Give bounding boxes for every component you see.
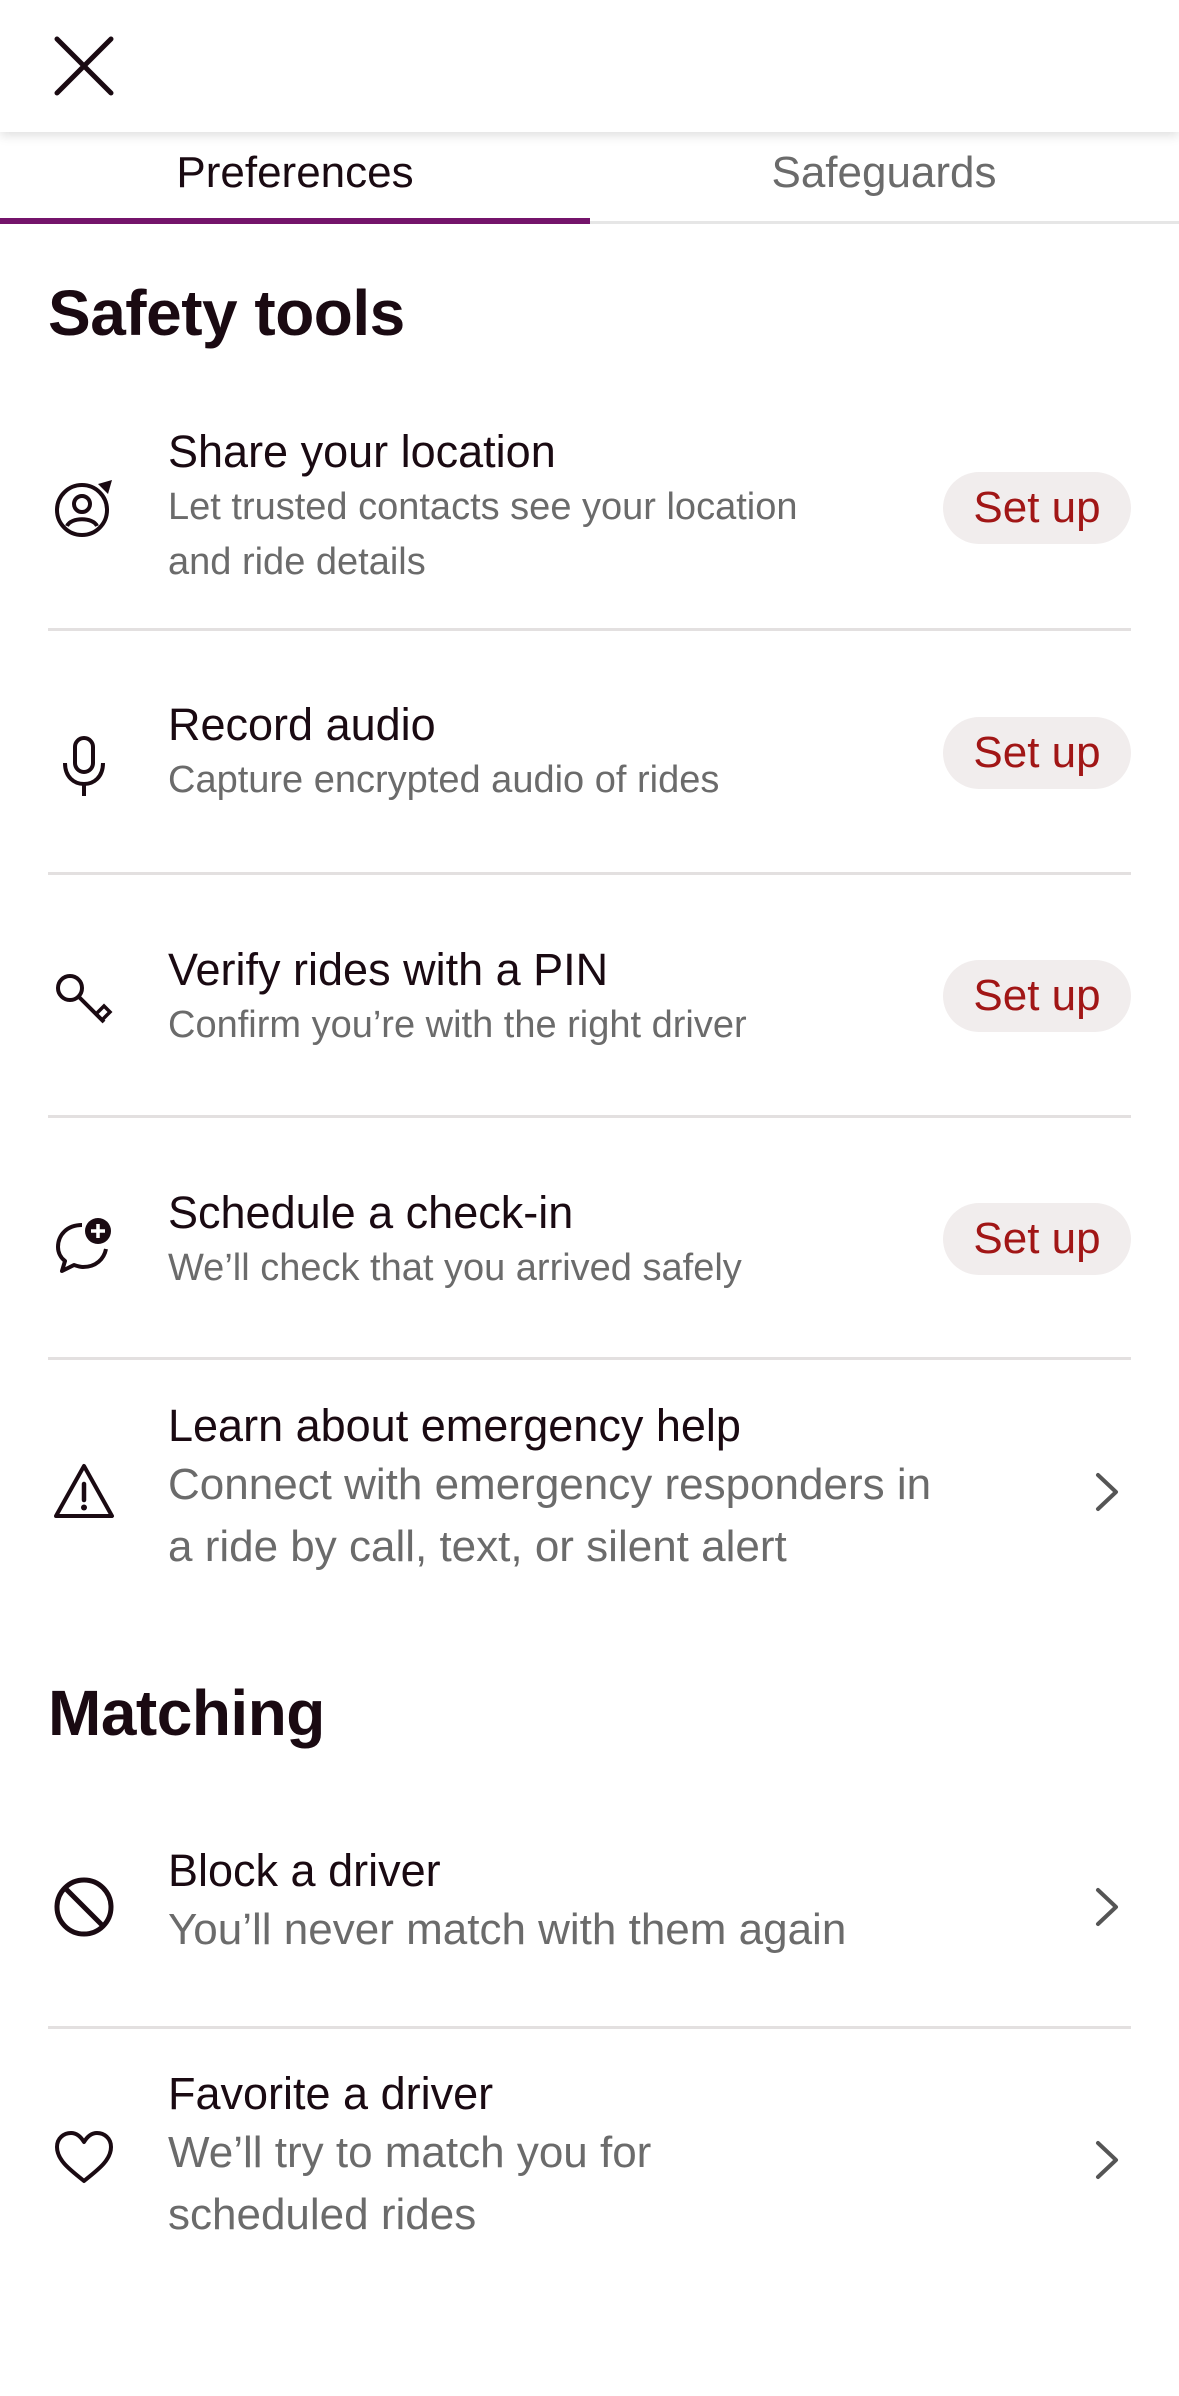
list-item-favorite-driver[interactable]: Favorite a driver We’ll try to match you… [48, 2066, 1131, 2256]
item-title: Verify rides with a PIN [168, 944, 609, 995]
section-title-safety-tools: Safety tools [48, 277, 405, 349]
close-button[interactable] [44, 26, 124, 106]
list-item-schedule-check-in[interactable]: Schedule a check-in We’ll check that you… [48, 1181, 1131, 1311]
chevron-right-icon [1087, 1887, 1127, 1927]
chevron-right-icon [1087, 2140, 1127, 2180]
item-title: Block a driver [168, 1845, 441, 1896]
item-description: We’ll check that you arrived safely [168, 1247, 742, 1289]
location-share-icon [48, 472, 120, 544]
list-item-emergency-help[interactable]: Learn about emergency help Connect with … [48, 1398, 1131, 1588]
section-title-matching: Matching [48, 1677, 325, 1749]
item-title: Learn about emergency help [168, 1400, 741, 1451]
warning-triangle-icon [48, 1455, 120, 1527]
item-description: Confirm you’re with the right driver [168, 1004, 747, 1046]
microphone-icon [48, 731, 120, 803]
divider [48, 2026, 1131, 2029]
heart-icon [48, 2122, 120, 2194]
item-description-line2: and ride details [168, 541, 426, 583]
share-location-setup-button[interactable]: Set up [943, 472, 1131, 544]
list-item-record-audio[interactable]: Record audio Capture encrypted audio of … [48, 695, 1131, 825]
key-icon [48, 966, 120, 1038]
list-item-share-location[interactable]: Share your location Let trusted contacts… [48, 420, 1131, 590]
tab-bar: Preferences Safeguards [0, 122, 1179, 224]
check-in-chat-icon [48, 1209, 120, 1281]
verify-pin-setup-button[interactable]: Set up [943, 960, 1131, 1032]
item-description-line2: a ride by call, text, or silent alert [168, 1522, 787, 1571]
record-audio-setup-button[interactable]: Set up [943, 717, 1131, 789]
item-description-line2: scheduled rides [168, 2190, 477, 2239]
item-description: Capture encrypted audio of rides [168, 759, 720, 801]
divider [48, 1115, 1131, 1118]
item-description-line1: We’ll try to match you for [168, 2128, 652, 2177]
list-item-verify-pin[interactable]: Verify rides with a PIN Confirm you’re w… [48, 938, 1131, 1068]
top-bar [0, 0, 1179, 132]
divider [48, 872, 1131, 875]
tab-preferences[interactable]: Preferences [0, 122, 590, 224]
item-title: Schedule a check-in [168, 1187, 574, 1238]
divider [48, 628, 1131, 631]
schedule-check-in-setup-button[interactable]: Set up [943, 1203, 1131, 1275]
block-icon [48, 1871, 120, 1943]
item-description: You’ll never match with them again [168, 1905, 847, 1954]
tab-safeguards[interactable]: Safeguards [589, 122, 1179, 224]
divider [48, 1357, 1131, 1360]
item-title: Favorite a driver [168, 2068, 494, 2119]
item-title: Share your location [168, 426, 556, 477]
item-description-line1: Connect with emergency responders in [168, 1460, 932, 1509]
tab-selected-indicator [0, 218, 590, 224]
item-title: Record audio [168, 699, 436, 750]
close-icon [54, 36, 114, 96]
chevron-right-icon [1087, 1472, 1127, 1512]
list-item-block-driver[interactable]: Block a driver You’ll never match with t… [48, 1843, 1131, 1973]
item-description-line1: Let trusted contacts see your location [168, 486, 798, 528]
